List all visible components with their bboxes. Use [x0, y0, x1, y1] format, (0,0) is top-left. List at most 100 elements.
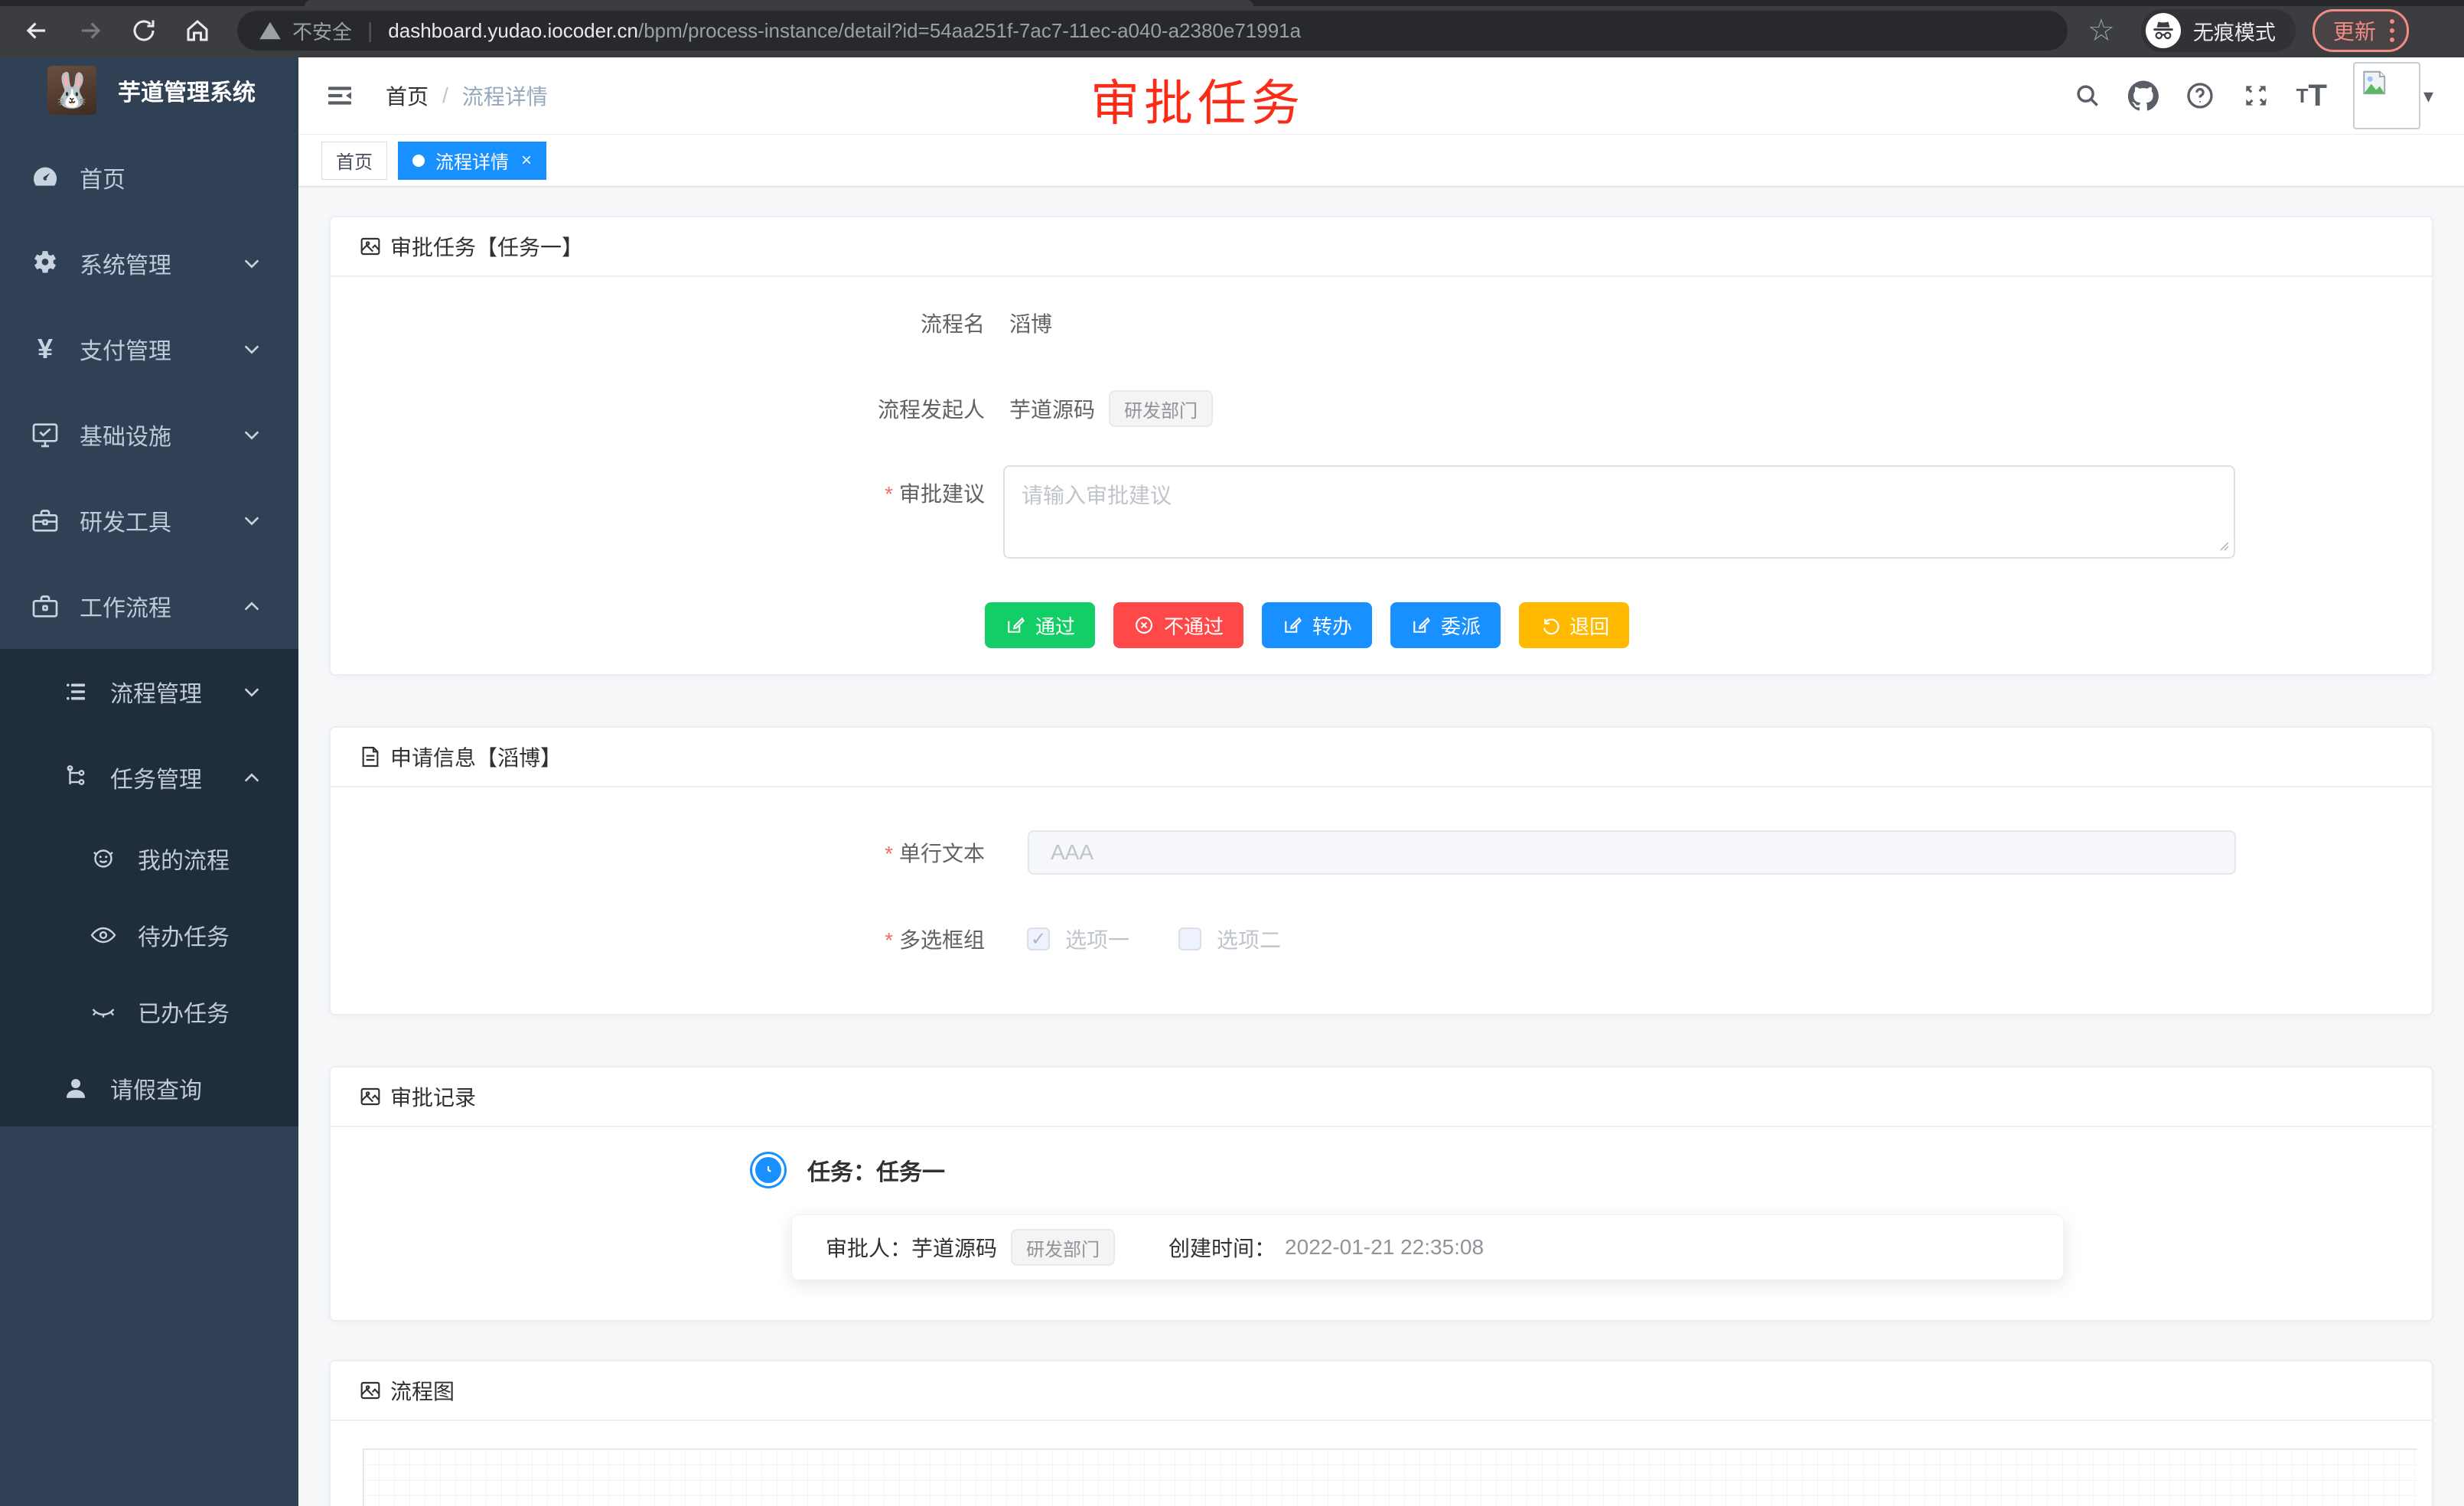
sidebar-item-todo-tasks[interactable]: 待办任务 [0, 897, 298, 973]
home-icon[interactable] [181, 14, 214, 47]
browser-chrome: 不安全 | dashboard.yudao.iocoder.cn/bpm/pro… [0, 0, 2464, 57]
url-host[interactable]: dashboard.yudao.iocoder.cn [388, 19, 638, 43]
checkbox-group: ✓ 选项一 选项二 [1027, 924, 1330, 954]
url-path[interactable]: /bpm/process-instance/detail?id=54aa251f… [638, 19, 1301, 43]
incognito-label: 无痕模式 [2193, 16, 2276, 46]
checkbox-option-2[interactable]: 选项二 [1178, 924, 1281, 954]
approval-comment-row: *审批建议 [331, 465, 2432, 564]
bpmn-canvas[interactable] [363, 1449, 2417, 1506]
incognito-badge: 无痕模式 [2141, 9, 2296, 52]
fullscreen-icon[interactable] [2241, 81, 2270, 110]
transfer-button[interactable]: 转办 [1262, 602, 1372, 648]
close-icon[interactable]: × [521, 152, 532, 170]
sidebar-item-label: 待办任务 [138, 918, 230, 952]
return-button[interactable]: 退回 [1519, 602, 1629, 648]
sidebar-menu: 首页 系统管理 ¥ 支付管理 基础设施 研发工具 [0, 135, 298, 1126]
robot-icon [86, 845, 121, 872]
sidebar-collapse-icon[interactable] [324, 80, 355, 111]
department-tag: 研发部门 [1109, 390, 1213, 427]
resize-handle-icon[interactable] [2217, 532, 2229, 556]
chevron-down-icon [242, 253, 262, 273]
update-button[interactable]: 更新 [2312, 9, 2409, 52]
breadcrumb-separator: / [442, 83, 448, 108]
font-size-icon[interactable]: TT [2296, 80, 2327, 111]
reload-icon[interactable] [127, 14, 161, 47]
approver-label: 审批人： [826, 1232, 911, 1263]
active-tab-dot [412, 155, 425, 167]
chevron-down-icon [242, 425, 262, 445]
card-process-diagram: 流程图 [329, 1360, 2433, 1506]
checkbox-checked-icon[interactable]: ✓ [1027, 927, 1050, 950]
tab-home-label: 首页 [336, 147, 373, 174]
app-title: 芋道管理系统 [118, 73, 256, 107]
sidebar-item-label: 研发工具 [80, 504, 171, 537]
created-time-value: 2022-01-21 22:35:08 [1285, 1235, 1484, 1260]
sidebar-item-label: 流程管理 [110, 675, 202, 709]
created-time-label: 创建时间： [1168, 1232, 1276, 1263]
picture-outline-icon [358, 1084, 383, 1109]
sidebar-item-label: 请假查询 [110, 1071, 202, 1105]
reject-button[interactable]: 不通过 [1113, 602, 1243, 648]
card-approval-header: 审批任务【任务一】 [331, 217, 2432, 277]
user-icon [58, 1074, 93, 1102]
record-detail-card: 审批人： 芋道源码 研发部门 创建时间： 2022-01-21 22:35:08 [791, 1214, 2064, 1280]
sidebar-item-workflow[interactable]: 工作流程 [0, 563, 298, 649]
toolbox-icon [28, 505, 63, 536]
picture-outline-icon [358, 1378, 383, 1403]
browser-active-tab[interactable] [305, 0, 1253, 6]
task-title: 任务：任务一 [807, 1153, 945, 1187]
bookmark-star-icon[interactable]: ☆ [2088, 15, 2115, 46]
single-line-text-row: *单行文本 [331, 830, 2432, 875]
tab-home[interactable]: 首页 [321, 142, 387, 180]
avatar-caret-icon[interactable]: ▾ [2423, 84, 2433, 108]
chevron-down-icon [242, 339, 262, 359]
sidebar-item-label: 系统管理 [80, 246, 171, 280]
checkbox-unchecked-icon[interactable] [1178, 927, 1201, 950]
process-name-value: 滔博 [1009, 308, 1052, 338]
sidebar-item-home[interactable]: 首页 [0, 135, 298, 220]
workflow-submenu: 流程管理 任务管理 我的流程 待办任务 已办 [0, 649, 298, 1126]
help-icon[interactable] [2185, 80, 2215, 111]
sidebar-item-infra[interactable]: 基础设施 [0, 392, 298, 478]
security-label[interactable]: 不安全 [292, 17, 352, 45]
sidebar-item-leave-query[interactable]: 请假查询 [0, 1050, 298, 1126]
annotation-approval-task: 审批任务 [1090, 64, 1305, 135]
tab-process-detail[interactable]: 流程详情 × [398, 142, 546, 180]
back-icon[interactable] [20, 14, 54, 47]
github-icon[interactable] [2128, 80, 2159, 111]
search-icon[interactable] [2073, 81, 2102, 110]
clock-icon [755, 1157, 781, 1183]
timeline-task-row: 任务：任务一 [755, 1153, 2432, 1187]
required-asterisk: * [885, 842, 893, 865]
address-bar[interactable]: 不安全 | dashboard.yudao.iocoder.cn/bpm/pro… [237, 11, 2068, 51]
sidebar-logo-row[interactable]: 🐰 芋道管理系统 [0, 57, 298, 122]
sidebar-item-system[interactable]: 系统管理 [0, 220, 298, 306]
sidebar-item-label: 任务管理 [110, 761, 202, 794]
sidebar-item-payment[interactable]: ¥ 支付管理 [0, 306, 298, 392]
delegate-button[interactable]: 委派 [1390, 602, 1501, 648]
browser-menu-icon[interactable] [2390, 19, 2394, 42]
required-asterisk: * [885, 928, 893, 952]
checkbox-group-label: *多选框组 [331, 924, 985, 954]
sidebar-item-done-tasks[interactable]: 已办任务 [0, 973, 298, 1050]
breadcrumb-home[interactable]: 首页 [386, 80, 429, 111]
monitor-icon [28, 419, 63, 450]
sidebar-item-label: 支付管理 [80, 332, 171, 366]
checkbox-group-row: *多选框组 ✓ 选项一 选项二 [331, 924, 2432, 1014]
avatar[interactable] [2353, 62, 2420, 129]
forward-icon[interactable] [73, 14, 107, 47]
single-line-text-input[interactable] [1028, 830, 2236, 875]
sidebar-item-task-mgmt[interactable]: 任务管理 [0, 735, 298, 820]
update-label[interactable]: 更新 [2333, 15, 2376, 46]
checkbox-option-1[interactable]: ✓ 选项一 [1027, 924, 1129, 954]
sidebar-item-label: 工作流程 [80, 589, 171, 623]
sidebar-item-devtools[interactable]: 研发工具 [0, 478, 298, 563]
chevron-down-icon [242, 682, 262, 702]
sidebar-item-process-mgmt[interactable]: 流程管理 [0, 649, 298, 735]
approve-button[interactable]: 通过 [985, 602, 1095, 648]
required-asterisk: * [885, 482, 893, 506]
gear-icon [28, 248, 63, 279]
sidebar-item-label: 首页 [80, 161, 125, 194]
approval-comment-input[interactable] [1003, 465, 2235, 559]
sidebar-item-my-process[interactable]: 我的流程 [0, 820, 298, 897]
